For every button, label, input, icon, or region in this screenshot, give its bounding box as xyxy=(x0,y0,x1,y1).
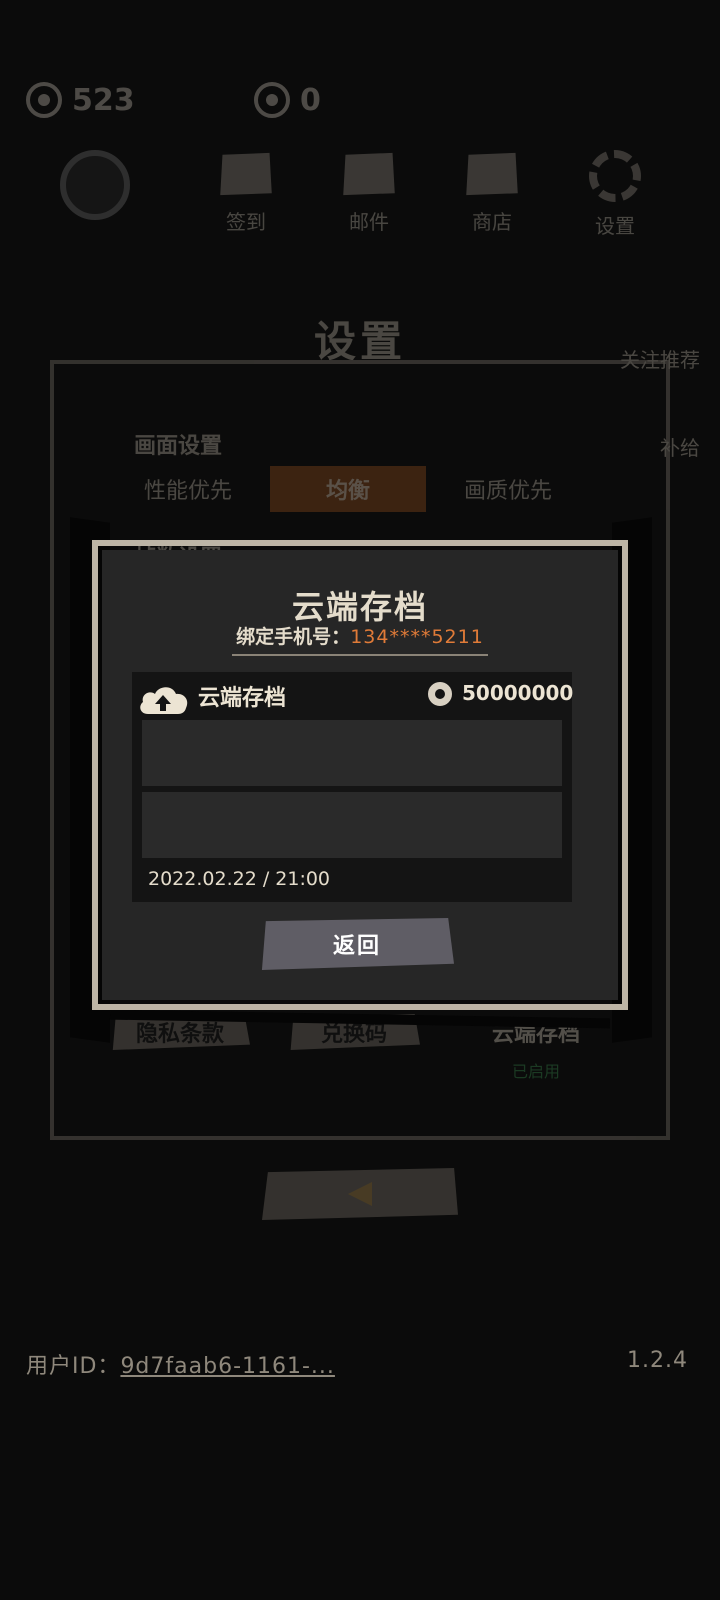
save-coin-value: 50000000 xyxy=(462,681,574,705)
side-follow-label[interactable]: 关注推荐 xyxy=(620,344,700,373)
back-arrow-icon xyxy=(348,1182,372,1206)
quality-balanced[interactable]: 均衡 xyxy=(270,466,426,512)
save-card[interactable]: 云端存档 50000000 2022.02.22 / 21:00 xyxy=(132,672,574,902)
return-button[interactable]: 返回 xyxy=(261,918,454,970)
nav-mail-label: 邮件 xyxy=(349,210,389,234)
user-id-label: 用户ID： xyxy=(26,1354,121,1379)
title-divider xyxy=(232,654,488,656)
avatar[interactable] xyxy=(60,150,130,220)
gear-icon xyxy=(589,150,641,202)
version-label: 1.2.4 xyxy=(627,1348,688,1373)
resource-gems: 0 xyxy=(254,78,321,122)
nav-signin-label: 签到 xyxy=(226,210,266,234)
nav-settings-label: 设置 xyxy=(595,214,635,238)
nav-shop-label: 商店 xyxy=(472,210,512,234)
phone-label: 绑定手机号： xyxy=(236,626,351,648)
eye-coin-icon xyxy=(428,682,452,706)
resource-coins: 523 xyxy=(26,78,135,122)
bound-phone: 绑定手机号：134****5211 xyxy=(92,622,628,649)
user-id-value[interactable]: 9d7faab6-1161-... xyxy=(120,1354,334,1379)
display-section-label: 画面设置 xyxy=(134,434,223,459)
cloud-status-label: 已启用 xyxy=(511,1062,560,1081)
back-arrow-button[interactable] xyxy=(262,1168,458,1220)
quality-performance[interactable]: 性能优先 xyxy=(110,466,266,512)
calendar-icon xyxy=(220,152,272,196)
quality-visual[interactable]: 画质优先 xyxy=(430,466,586,512)
save-card-header: 云端存档 50000000 xyxy=(132,672,574,716)
gem-count: 0 xyxy=(300,82,321,118)
cloud-upload-icon xyxy=(140,687,188,714)
shop-icon xyxy=(466,152,518,196)
nav-settings[interactable]: 设置 xyxy=(575,150,655,239)
cloud-save-dialog: 云端存档 绑定手机号：134****5211 云端存档 50000000 202… xyxy=(92,540,628,1010)
eye-coin-icon xyxy=(26,82,62,118)
nav-signin[interactable]: 签到 xyxy=(206,150,286,235)
nav-mail[interactable]: 邮件 xyxy=(329,150,409,235)
gem-icon xyxy=(254,82,290,118)
user-id: 用户ID：9d7faab6-1161-... xyxy=(26,1348,335,1380)
mail-icon xyxy=(343,152,395,196)
save-timestamp: 2022.02.22 / 21:00 xyxy=(148,868,331,890)
side-supply-label[interactable]: 补给 xyxy=(660,432,700,461)
save-slot-2 xyxy=(142,792,562,858)
coin-count: 523 xyxy=(72,82,135,118)
save-slot-1 xyxy=(142,720,562,786)
save-card-label: 云端存档 xyxy=(198,686,287,711)
nav-shop[interactable]: 商店 xyxy=(452,150,532,235)
phone-number: 134****5211 xyxy=(350,626,484,648)
